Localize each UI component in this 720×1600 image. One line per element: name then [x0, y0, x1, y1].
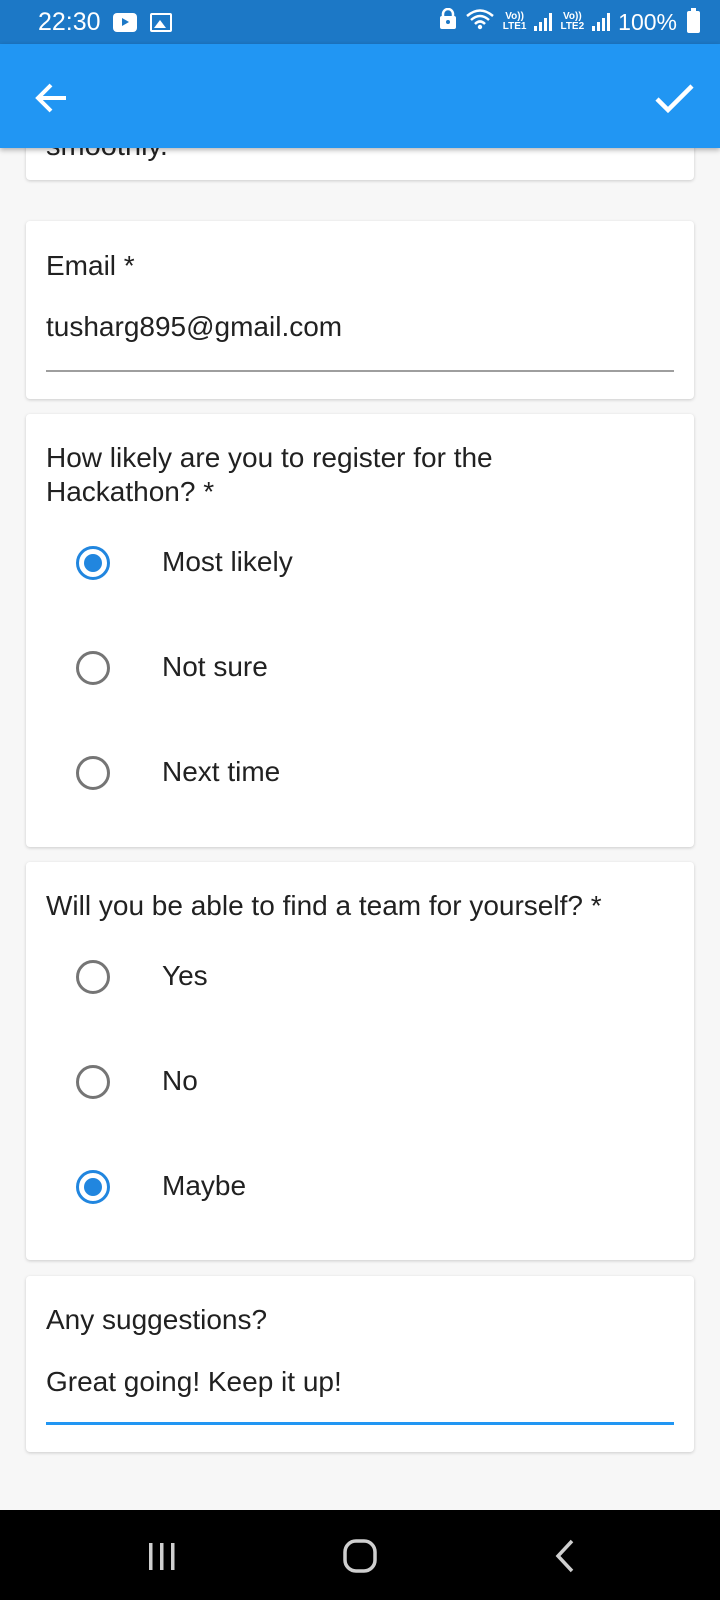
signal-icon [592, 13, 611, 31]
sim2-bottom: LTE2 [560, 21, 585, 32]
radio-unselected-icon [76, 651, 110, 685]
home-icon [343, 1539, 377, 1573]
register-question-label: How likely are you to register for the H… [46, 442, 493, 507]
recent-apps-button[interactable] [142, 1536, 182, 1576]
battery-percent: 100% [618, 8, 677, 35]
sim2-label: Vo)) LTE2 [560, 12, 584, 32]
home-button[interactable] [340, 1536, 380, 1576]
radio-option-next-time[interactable]: Next time [26, 723, 694, 823]
form-scroll-area[interactable]: smoothly. Email * tusharg895@gmail.com H… [0, 148, 720, 1510]
radio-label: Most likely [162, 546, 293, 577]
email-card: Email * tusharg895@gmail.com [26, 221, 694, 399]
sim1-bottom: LTE1 [502, 21, 527, 32]
radio-unselected-icon [76, 756, 110, 790]
email-field[interactable]: tusharg895@gmail.com [46, 311, 342, 343]
radio-label: Yes [162, 960, 208, 991]
previous-question-card: smoothly. [26, 148, 694, 180]
register-question-card: How likely are you to register for the H… [26, 414, 694, 847]
email-label: Email * [46, 250, 135, 281]
radio-label: No [162, 1065, 198, 1096]
radio-option-no[interactable]: No [26, 1032, 694, 1132]
radio-label: Next time [162, 756, 281, 787]
status-time: 22:30 [38, 7, 101, 36]
nav-back-button[interactable] [546, 1536, 586, 1576]
submit-button[interactable] [650, 74, 698, 122]
suggestions-underline [46, 1422, 674, 1425]
status-bar: 22:30 Vo)) LTE1 Vo)) LTE2 100% [0, 0, 720, 44]
team-question-card: Will you be able to find a team for your… [26, 862, 694, 1260]
radio-selected-icon [76, 546, 110, 580]
team-question-label: Will you be able to find a team for your… [46, 890, 602, 921]
checkmark-icon [655, 84, 694, 114]
suggestions-label: Any suggestions? [46, 1304, 268, 1335]
radio-label: Not sure [162, 651, 268, 682]
status-right-group: Vo)) LTE1 Vo)) LTE2 100% [439, 7, 700, 36]
signal-icon [534, 13, 553, 31]
email-underline [46, 370, 674, 372]
radio-selected-icon [76, 1170, 110, 1204]
back-button[interactable] [30, 76, 74, 120]
back-icon [555, 1539, 574, 1573]
suggestions-card: Any suggestions? Great going! Keep it up… [26, 1276, 694, 1452]
previous-answer-text: smoothly. [46, 148, 168, 163]
suggestions-field[interactable]: Great going! Keep it up! [46, 1366, 342, 1398]
system-nav-bar [0, 1510, 720, 1600]
wifi-icon [465, 8, 495, 36]
youtube-icon [112, 12, 137, 32]
radio-unselected-icon [76, 960, 110, 994]
radio-option-yes[interactable]: Yes [26, 927, 694, 1027]
sim1-label: Vo)) LTE1 [503, 12, 527, 32]
battery-icon [687, 8, 700, 33]
radio-unselected-icon [76, 1065, 110, 1099]
lock-icon [439, 7, 457, 36]
radio-option-most-likely[interactable]: Most likely [26, 513, 694, 613]
radio-label: Maybe [162, 1170, 247, 1201]
radio-option-not-sure[interactable]: Not sure [26, 618, 694, 718]
radio-option-maybe[interactable]: Maybe [26, 1137, 694, 1237]
app-bar [0, 44, 720, 148]
recent-apps-icon [149, 1543, 175, 1570]
gallery-icon [149, 12, 172, 32]
arrow-left-icon [35, 83, 66, 113]
